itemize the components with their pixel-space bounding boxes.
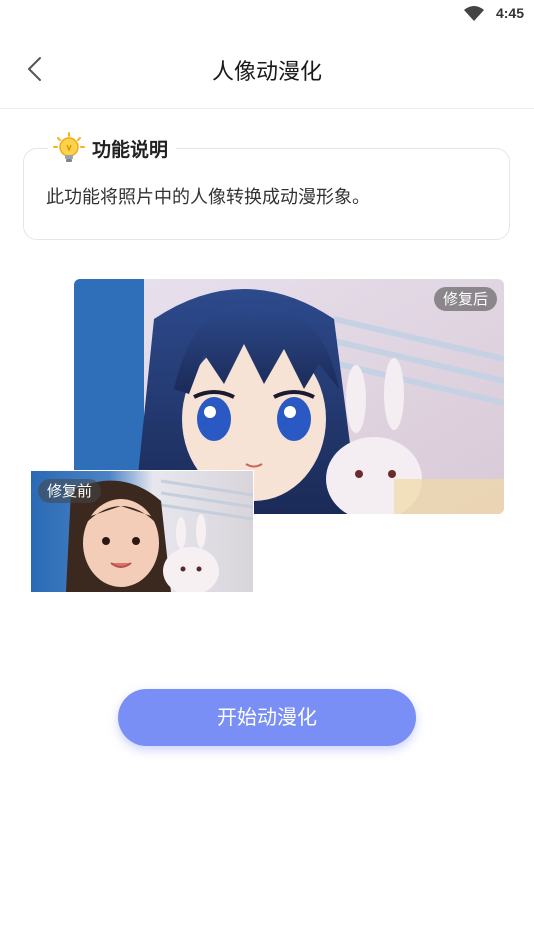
header: 人像动漫化 xyxy=(0,40,534,109)
lightbulb-icon xyxy=(53,132,85,162)
status-time: 4:45 xyxy=(495,5,524,21)
info-card-title: 功能说明 xyxy=(92,138,169,161)
before-image: 修复前 xyxy=(30,470,254,593)
function-info-card: 功能说明 此功能将照片中的人像转换成动漫形象。 xyxy=(23,131,510,240)
start-anime-button[interactable]: 开始动漫化 xyxy=(118,689,416,746)
after-badge: 修复后 xyxy=(433,287,497,311)
status-bar: 4:45 xyxy=(0,0,534,30)
info-card-header: 功能说明 xyxy=(48,131,177,165)
info-card-description: 此功能将照片中的人像转换成动漫形象。 xyxy=(46,187,370,208)
page-title: 人像动漫化 xyxy=(211,60,322,85)
before-badge: 修复前 xyxy=(38,479,102,503)
wifi-icon xyxy=(464,6,484,21)
